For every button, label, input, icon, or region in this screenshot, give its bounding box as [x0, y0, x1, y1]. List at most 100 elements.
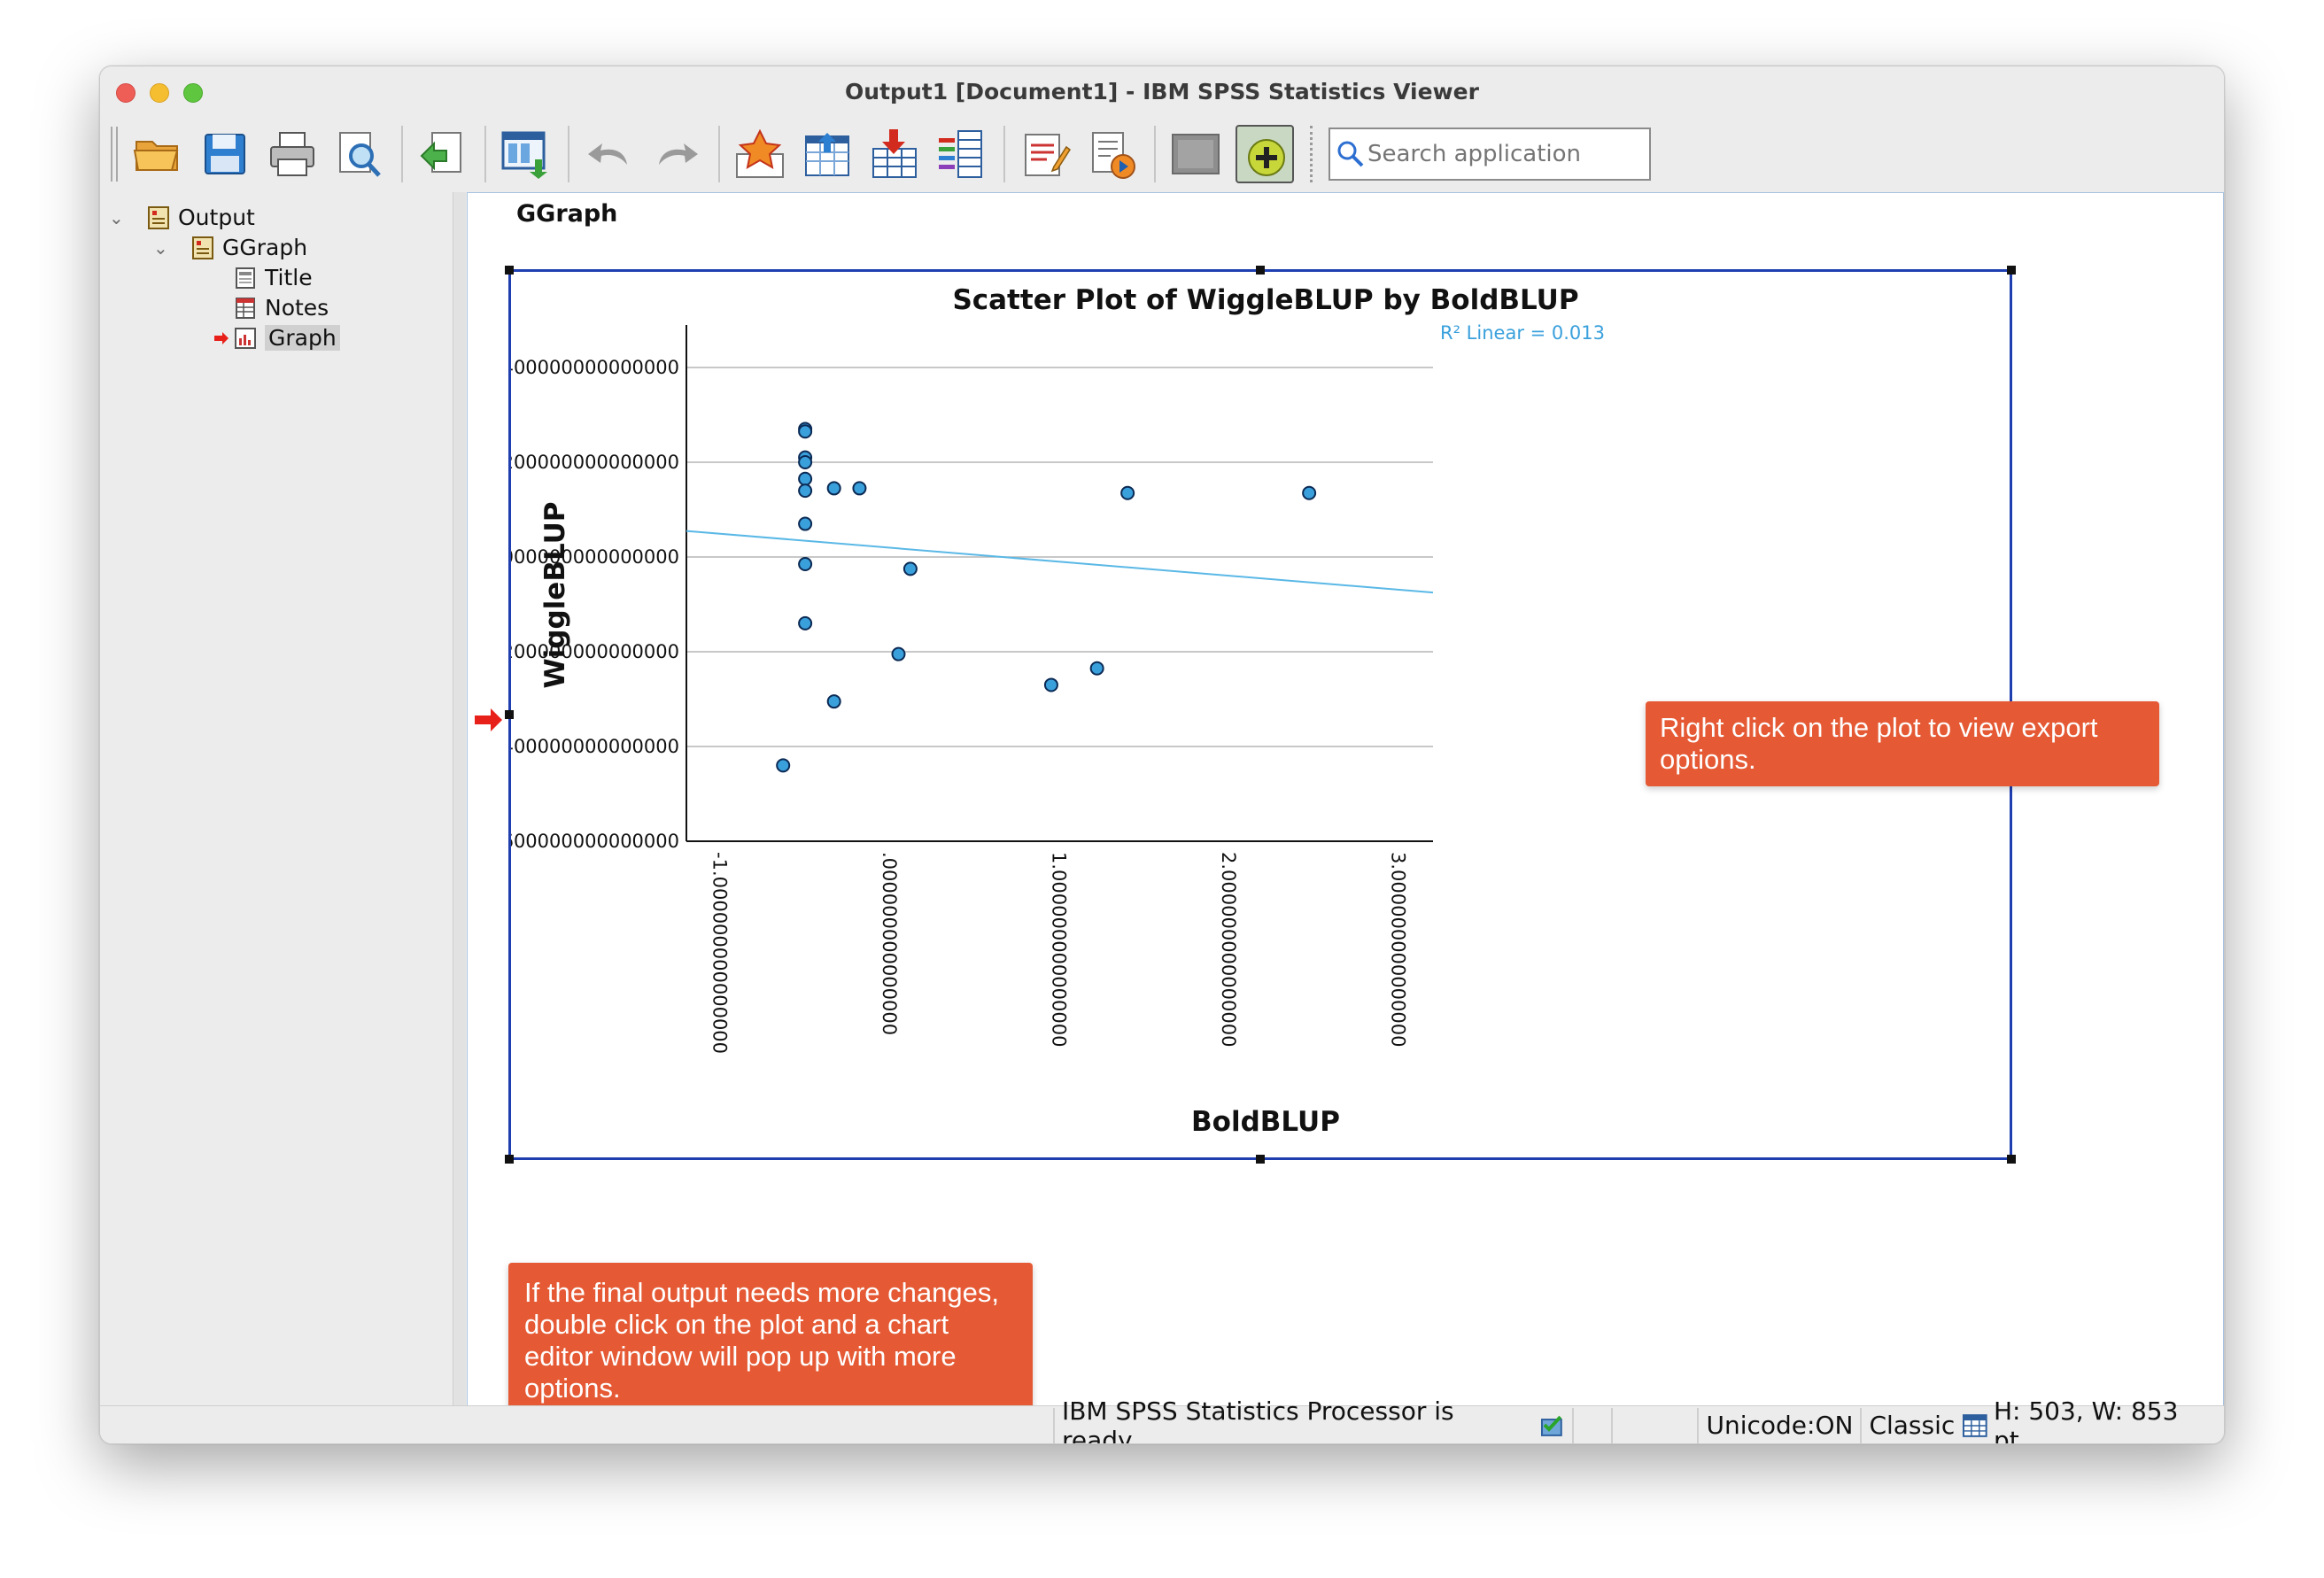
- layout-table-icon: [1963, 1413, 1987, 1437]
- toolbar-separator: [718, 126, 720, 182]
- redo-button[interactable]: [649, 127, 704, 182]
- y-tick-label: .200000000000000: [511, 452, 679, 473]
- tree-item-label: Title: [265, 265, 313, 290]
- tree-item-title[interactable]: Title: [233, 265, 313, 290]
- tree-item-graph[interactable]: Graph: [213, 325, 340, 351]
- toolbar-separator: [484, 126, 486, 182]
- goto-data-button[interactable]: [732, 127, 787, 182]
- points-layer: [776, 422, 1317, 773]
- outline-pane: ⌄ Output ⌄ GGraph Title Notes Graph: [100, 192, 453, 1405]
- pane-splitter[interactable]: [453, 192, 466, 1405]
- run-script-button[interactable]: [1085, 127, 1140, 182]
- star-icon: [736, 128, 784, 178]
- scatter-point: [891, 646, 906, 661]
- window-title: Output1 [Document1] - IBM SPSS Statistic…: [845, 78, 1479, 104]
- fit-line-layer: [686, 530, 1434, 594]
- notes-table-icon: [236, 297, 255, 319]
- open-button[interactable]: [130, 127, 185, 182]
- variables-button[interactable]: [934, 127, 989, 182]
- output-book-icon: [192, 236, 213, 259]
- resize-handle[interactable]: [505, 1155, 514, 1164]
- tree-item-ggraph[interactable]: ⌄ GGraph: [153, 235, 307, 260]
- tree-item-output[interactable]: ⌄ Output: [109, 205, 255, 230]
- goto-case-button[interactable]: [800, 127, 855, 182]
- designate-window-button[interactable]: [1236, 125, 1294, 183]
- folder-open-icon: [133, 141, 179, 171]
- export-document-icon: [420, 132, 461, 173]
- resize-handle[interactable]: [505, 710, 514, 719]
- title-page-icon: [236, 267, 255, 289]
- y-tick-label: .000000000000000: [511, 546, 679, 568]
- processor-ready-icon: [1540, 1415, 1562, 1436]
- fit-line-label: R² Linear = 0.013: [1440, 322, 1605, 344]
- toolbar-grip[interactable]: [111, 127, 118, 182]
- y-tick-label: -.600000000000000: [511, 831, 679, 852]
- mode-status-text: Classic: [1869, 1411, 1956, 1440]
- content-pane: GGraph .400000000000000 .200000000000000.…: [467, 192, 2224, 1419]
- graph-chart-icon: [235, 327, 256, 349]
- save-button[interactable]: [198, 127, 252, 182]
- scatter-point: [826, 481, 841, 496]
- zoom-window-button[interactable]: [183, 83, 203, 103]
- toolbar-separator: [401, 126, 403, 182]
- insert-text-button[interactable]: [1018, 127, 1073, 182]
- status-empty-cell: [1572, 1407, 1611, 1443]
- print-preview-button[interactable]: [332, 127, 387, 182]
- tree-item-label: GGraph: [222, 235, 308, 260]
- recall-dialog-button[interactable]: [499, 127, 554, 182]
- printer-icon: [270, 132, 314, 176]
- scatter-point: [902, 561, 918, 576]
- scatter-point: [798, 455, 813, 469]
- toolbar: [100, 116, 2224, 192]
- chart-editor-tip-callout: If the final output needs more changes, …: [508, 1263, 1033, 1419]
- dialog-recall-icon: [501, 131, 547, 179]
- toolbar-separator: [1310, 126, 1313, 182]
- mode-status: Classic H: 503, W: 853 pt.: [1860, 1396, 2224, 1443]
- scatter-point: [1302, 485, 1317, 500]
- scatter-point: [1089, 661, 1104, 676]
- green-plus-icon: [1248, 139, 1285, 176]
- floppy-disk-icon: [205, 134, 245, 174]
- columns-icon: [939, 130, 982, 178]
- y-tick-label: .400000000000000: [511, 357, 679, 378]
- tree-item-label: Output: [178, 205, 255, 230]
- scatter-point: [826, 694, 841, 709]
- fit-line: [686, 530, 1434, 594]
- y-axis-label: WiggleBLUP: [539, 501, 571, 688]
- print-button[interactable]: [265, 127, 320, 182]
- chevron-down-icon[interactable]: ⌄: [109, 207, 127, 228]
- resize-handle[interactable]: [2007, 266, 2016, 275]
- gridlines: [686, 367, 1433, 747]
- resize-handle[interactable]: [505, 266, 514, 275]
- chevron-down-icon[interactable]: ⌄: [153, 237, 171, 259]
- export-tip-callout: Right click on the plot to view export o…: [1646, 701, 2159, 786]
- x-tick-label: .000000000000000: [879, 852, 900, 1035]
- toolbar-separator: [568, 126, 569, 182]
- resize-handle[interactable]: [1256, 266, 1265, 275]
- toolbar-separator: [1154, 126, 1156, 182]
- hide-button[interactable]: [1168, 127, 1223, 182]
- status-bar: IBM SPSS Statistics Processor is ready U…: [100, 1396, 2224, 1443]
- undo-button[interactable]: [582, 127, 637, 182]
- resize-handle[interactable]: [1256, 1155, 1265, 1164]
- minimize-window-button[interactable]: [150, 83, 169, 103]
- tree-item-notes[interactable]: Notes: [233, 295, 329, 321]
- search-box[interactable]: [1329, 128, 1651, 181]
- scatter-point: [798, 516, 813, 531]
- grid-down-arrow-icon: [872, 129, 917, 178]
- resize-handle[interactable]: [2007, 1155, 2016, 1164]
- dimensions-status: H: 503, W: 853 pt.: [1993, 1396, 2179, 1444]
- y-tick-label: -.400000000000000: [511, 736, 679, 757]
- document-pencil-icon: [1025, 134, 1072, 176]
- x-axis-label: BoldBLUP: [1191, 1106, 1340, 1138]
- spss-viewer-window: Output1 [Document1] - IBM SPSS Statistic…: [99, 66, 2225, 1444]
- chart-title: Scatter Plot of WiggleBLUP by BoldBLUP: [952, 284, 1578, 316]
- export-button[interactable]: [415, 127, 470, 182]
- close-window-button[interactable]: [116, 83, 136, 103]
- scatter-point: [1120, 485, 1135, 500]
- search-input[interactable]: [1366, 140, 1635, 168]
- goto-variable-button[interactable]: [867, 127, 922, 182]
- grid-arrow-icon: [805, 133, 849, 176]
- search-icon: [1337, 141, 1364, 167]
- current-item-arrow-icon: [475, 708, 502, 731]
